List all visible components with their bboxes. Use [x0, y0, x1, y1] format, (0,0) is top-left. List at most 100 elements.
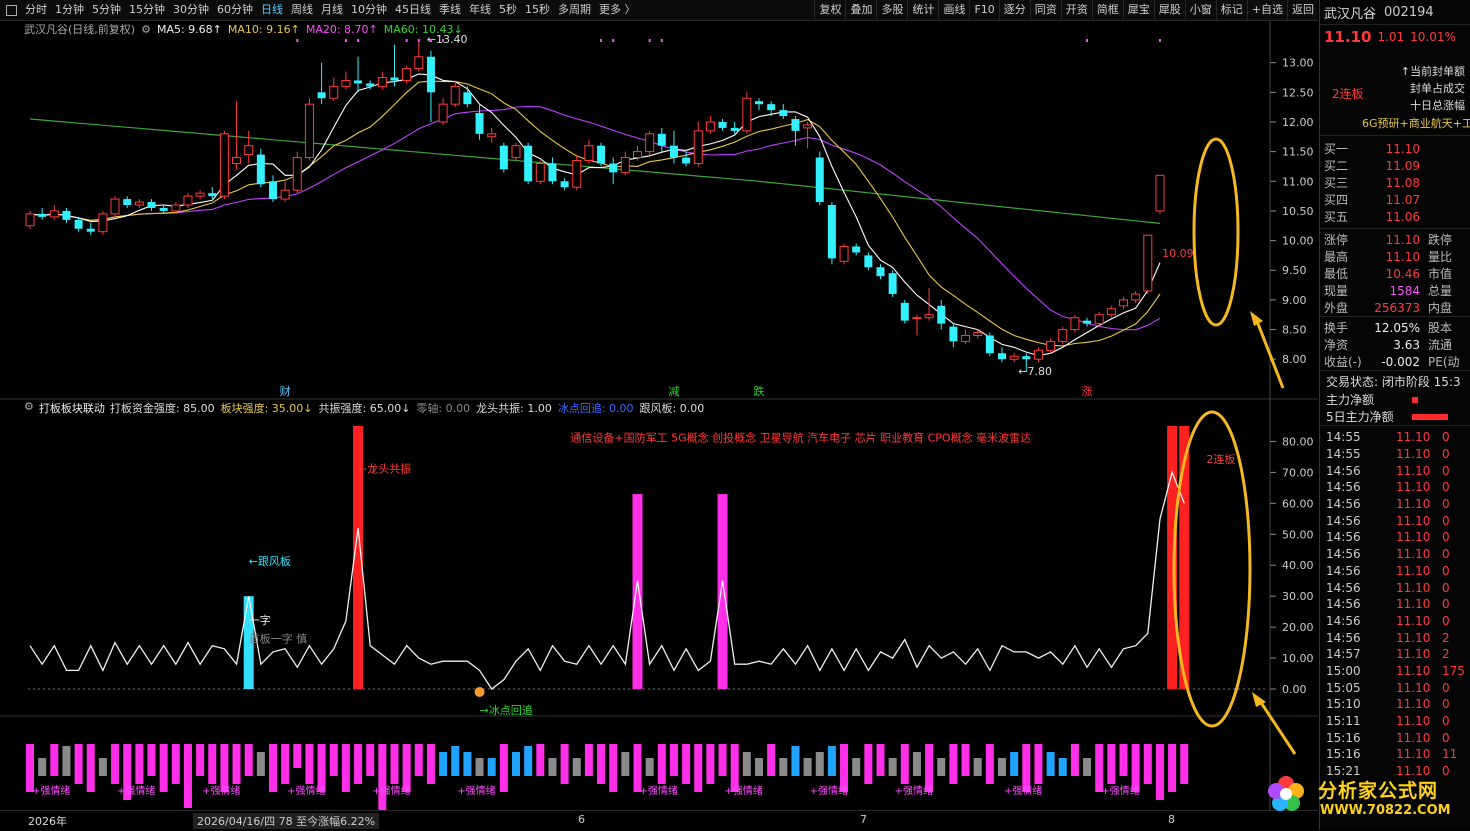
- tick-time: 14:56: [1326, 513, 1361, 528]
- stat-label: 最低: [1324, 267, 1349, 281]
- candle-body: [815, 157, 824, 203]
- candle-body: [62, 210, 71, 220]
- period-tab[interactable]: 月线: [317, 0, 347, 20]
- candle-body: [292, 157, 302, 191]
- emotion-bar: [111, 744, 120, 784]
- candle-body: [584, 145, 594, 162]
- order-row[interactable]: 买五 11.06: [1320, 208, 1470, 225]
- emotion-bar: [451, 746, 460, 776]
- tool-button[interactable]: +自选: [1246, 0, 1287, 20]
- period-tab[interactable]: 1分钟: [51, 0, 88, 20]
- tick-price: 11.10: [1396, 714, 1431, 729]
- period-tab[interactable]: 45日线: [391, 0, 435, 20]
- candle-body: [1009, 355, 1019, 360]
- tool-button[interactable]: 简框: [1091, 0, 1123, 20]
- tick-price: 11.10: [1396, 747, 1431, 762]
- strength-line: [29, 470, 1185, 690]
- period-tab[interactable]: 15秒: [521, 0, 554, 20]
- y-tick-label: 40.00: [1282, 559, 1314, 572]
- tool-button[interactable]: 犀股: [1153, 0, 1185, 20]
- tool-button[interactable]: 小窗: [1184, 0, 1216, 20]
- tick-price: 11.10: [1396, 563, 1431, 578]
- tool-button[interactable]: 统计: [907, 0, 938, 20]
- tool-button[interactable]: 同资: [1029, 0, 1061, 20]
- tick-time: 14:56: [1326, 563, 1361, 578]
- tool-button[interactable]: 犀宝: [1122, 0, 1154, 20]
- stock-header[interactable]: 武汉凡谷 002194: [1320, 0, 1470, 25]
- tick-price: 11.10: [1396, 730, 1431, 745]
- main-net-label: 主力净额: [1326, 393, 1375, 407]
- tick-list[interactable]: 14:55 11.10 0 14:55 11.10 0 14:56 11.10 0 14:56 11…: [1320, 425, 1470, 779]
- tick-volume: 0: [1442, 730, 1450, 745]
- tick-time: 15:00: [1326, 663, 1361, 678]
- candle-body: [341, 79, 351, 87]
- emotion-bar: [937, 758, 946, 776]
- tick-price: 11.10: [1396, 530, 1431, 545]
- tool-button[interactable]: 标记: [1215, 0, 1247, 20]
- emotion-bar: [682, 744, 691, 784]
- emotion-bar: [208, 744, 217, 784]
- tick-price: 11.10: [1396, 513, 1431, 528]
- window-icon[interactable]: [6, 4, 17, 16]
- tool-button[interactable]: 多股: [876, 0, 907, 20]
- order-row[interactable]: 买一 11.10: [1320, 140, 1470, 157]
- order-row[interactable]: 买二 11.09: [1320, 157, 1470, 174]
- candle-body: [839, 246, 849, 262]
- indicator-annotation: →冰点回追: [480, 703, 533, 717]
- emotion-bar: [1010, 752, 1019, 776]
- emotion-bar: [232, 744, 241, 784]
- period-tab[interactable]: 日线: [257, 0, 287, 20]
- emotion-bar: [888, 758, 897, 776]
- order-row[interactable]: 买三 11.08: [1320, 174, 1470, 191]
- tick-volume: 0: [1442, 680, 1450, 695]
- tool-button[interactable]: 画线: [938, 0, 969, 20]
- stat-extra: 量比: [1428, 250, 1453, 264]
- period-tab[interactable]: 15分钟: [125, 0, 169, 20]
- period-tab[interactable]: 年线: [465, 0, 495, 20]
- tool-button[interactable]: 开资: [1060, 0, 1092, 20]
- order-row[interactable]: 买四 11.07: [1320, 191, 1470, 208]
- emotion-label: +强情绪: [287, 784, 325, 797]
- tool-button[interactable]: F10: [969, 0, 998, 20]
- period-tab[interactable]: 60分钟: [213, 0, 257, 20]
- period-tab[interactable]: 30分钟: [169, 0, 213, 20]
- period-tab[interactable]: 更多 〉: [595, 0, 640, 20]
- tick-row: 15:10 11.10 0: [1320, 696, 1470, 713]
- period-tab[interactable]: 多周期: [554, 0, 595, 20]
- period-tabs: 分时 1分钟 5分钟 15分钟 30分钟 60分钟 日线 周线 月线 10分钟 45日线 季线 年线 5秒…: [21, 0, 640, 20]
- emotion-bar: [1180, 744, 1189, 784]
- indicator-value: 龙头共振: 1.00: [476, 402, 552, 415]
- tool-button[interactable]: 叠加: [845, 0, 876, 20]
- period-tab[interactable]: 10分钟: [347, 0, 391, 20]
- quote-panel: 武汉凡谷 002194 11.10 1.01 10.01% 2连板 ↑当前封单额…: [1319, 0, 1470, 830]
- period-tab[interactable]: 分时: [21, 0, 51, 20]
- tick-price: 11.10: [1396, 597, 1431, 612]
- emotion-bar: [305, 744, 314, 784]
- tick-row: 15:16 11.10 11: [1320, 746, 1470, 763]
- candle-body: [208, 193, 217, 197]
- candle-body: [864, 255, 873, 268]
- period-tab[interactable]: 5分钟: [88, 0, 125, 20]
- period-tab[interactable]: 5秒: [495, 0, 521, 20]
- tool-button[interactable]: 返回: [1287, 0, 1318, 20]
- tick-volume: 0: [1442, 497, 1450, 512]
- emotion-bar: [657, 744, 666, 784]
- period-tab[interactable]: 季线: [435, 0, 465, 20]
- gear-icon[interactable]: ⚙: [24, 400, 34, 416]
- tool-button[interactable]: 复权: [814, 0, 845, 20]
- emotion-bar: [1022, 744, 1031, 792]
- candle-body: [366, 83, 375, 87]
- tick-price: 11.10: [1396, 463, 1431, 478]
- candle-body: [377, 76, 387, 87]
- candle-body: [511, 145, 521, 159]
- period-tab[interactable]: 周线: [287, 0, 317, 20]
- stat-extra: 总量: [1428, 284, 1453, 298]
- candle-body: [110, 198, 120, 215]
- tool-button[interactable]: 逐分: [998, 0, 1030, 20]
- emotion-bar: [718, 744, 727, 776]
- emotion-label: +强情绪: [457, 784, 495, 797]
- tick-row: 14:55 11.10 0: [1320, 429, 1470, 446]
- indicator-annotation: ←龙头共振: [358, 461, 411, 475]
- candle-body: [924, 314, 934, 319]
- emotion-bar: [560, 744, 569, 784]
